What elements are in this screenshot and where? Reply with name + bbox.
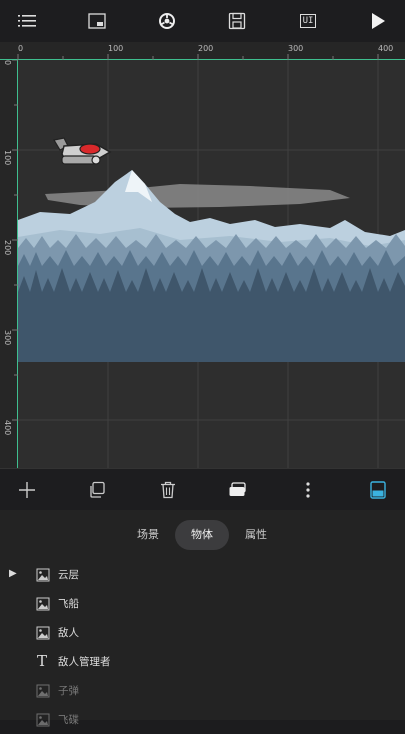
layer-icon[interactable] <box>225 477 251 503</box>
expand-arrow-icon[interactable]: ▶ <box>9 568 17 579</box>
ruler-tick-label: 200 <box>198 44 214 53</box>
add-icon[interactable] <box>14 477 40 503</box>
horizontal-ruler: 0 100 200 300 400 <box>0 42 405 60</box>
scene-canvas[interactable]: 0 100 200 300 400 0 100 200 300 400 <box>0 42 405 468</box>
text-icon: T <box>37 652 48 670</box>
list-item-label: 云层 <box>58 569 79 581</box>
play-icon[interactable] <box>363 7 393 35</box>
menu-icon[interactable] <box>12 7 42 35</box>
list-item-ufo[interactable]: 飞碟 <box>0 706 405 734</box>
ruler-tick-label: 0 <box>18 44 24 53</box>
duplicate-icon[interactable] <box>84 477 110 503</box>
floppy-disk-icon[interactable] <box>222 7 252 35</box>
list-item-label: 子弹 <box>58 685 79 697</box>
window-icon[interactable] <box>82 7 112 35</box>
ui-button[interactable]: UI <box>293 7 323 35</box>
ruler-tick-label: 300 <box>288 44 304 53</box>
tab-scene[interactable]: 场景 <box>126 520 170 550</box>
image-icon <box>36 597 50 611</box>
list-item-label: 敌人 <box>58 627 79 639</box>
image-icon <box>36 568 50 582</box>
list-item-label: 飞船 <box>58 598 79 610</box>
spaceship-sprite[interactable] <box>50 136 114 170</box>
edit-toolbar <box>0 468 405 510</box>
tab-objects[interactable]: 物体 <box>175 520 229 550</box>
image-icon <box>36 626 50 640</box>
list-item-clouds[interactable]: ▶ 云层 <box>0 561 405 589</box>
ruler-tick-label: 300 <box>3 330 12 346</box>
image-icon <box>36 684 50 698</box>
ui-label: UI <box>299 14 317 28</box>
panel-toggle-icon[interactable] <box>365 477 391 503</box>
tab-properties[interactable]: 属性 <box>234 520 278 550</box>
list-item-label: 敌人管理者 <box>58 656 111 668</box>
top-toolbar: UI <box>0 0 405 42</box>
vertical-ruler: 0 100 200 300 400 <box>0 60 18 468</box>
panel-tabs: 场景 物体 属性 <box>0 520 405 550</box>
more-icon[interactable] <box>295 477 321 503</box>
gear-icon[interactable] <box>152 7 182 35</box>
landscape-background <box>18 170 405 362</box>
ruler-tick-label: 100 <box>3 150 12 166</box>
hierarchy-panel: 场景 物体 属性 ▶ 云层 飞船 敌人 T 敌人管理者 子弹 飞碟 <box>0 510 405 727</box>
list-item-spaceship[interactable]: 飞船 <box>0 590 405 618</box>
trash-icon[interactable] <box>155 477 181 503</box>
ruler-tick-label: 0 <box>3 60 12 66</box>
ruler-tick-label: 400 <box>378 44 394 53</box>
ruler-tick-label: 100 <box>108 44 124 53</box>
image-icon <box>36 713 50 727</box>
list-item-bullet[interactable]: 子弹 <box>0 677 405 705</box>
ruler-tick-label: 200 <box>3 240 12 256</box>
list-item-enemy-manager[interactable]: T 敌人管理者 <box>0 648 405 676</box>
list-item-enemy[interactable]: 敌人 <box>0 619 405 647</box>
ruler-tick-label: 400 <box>3 420 12 436</box>
